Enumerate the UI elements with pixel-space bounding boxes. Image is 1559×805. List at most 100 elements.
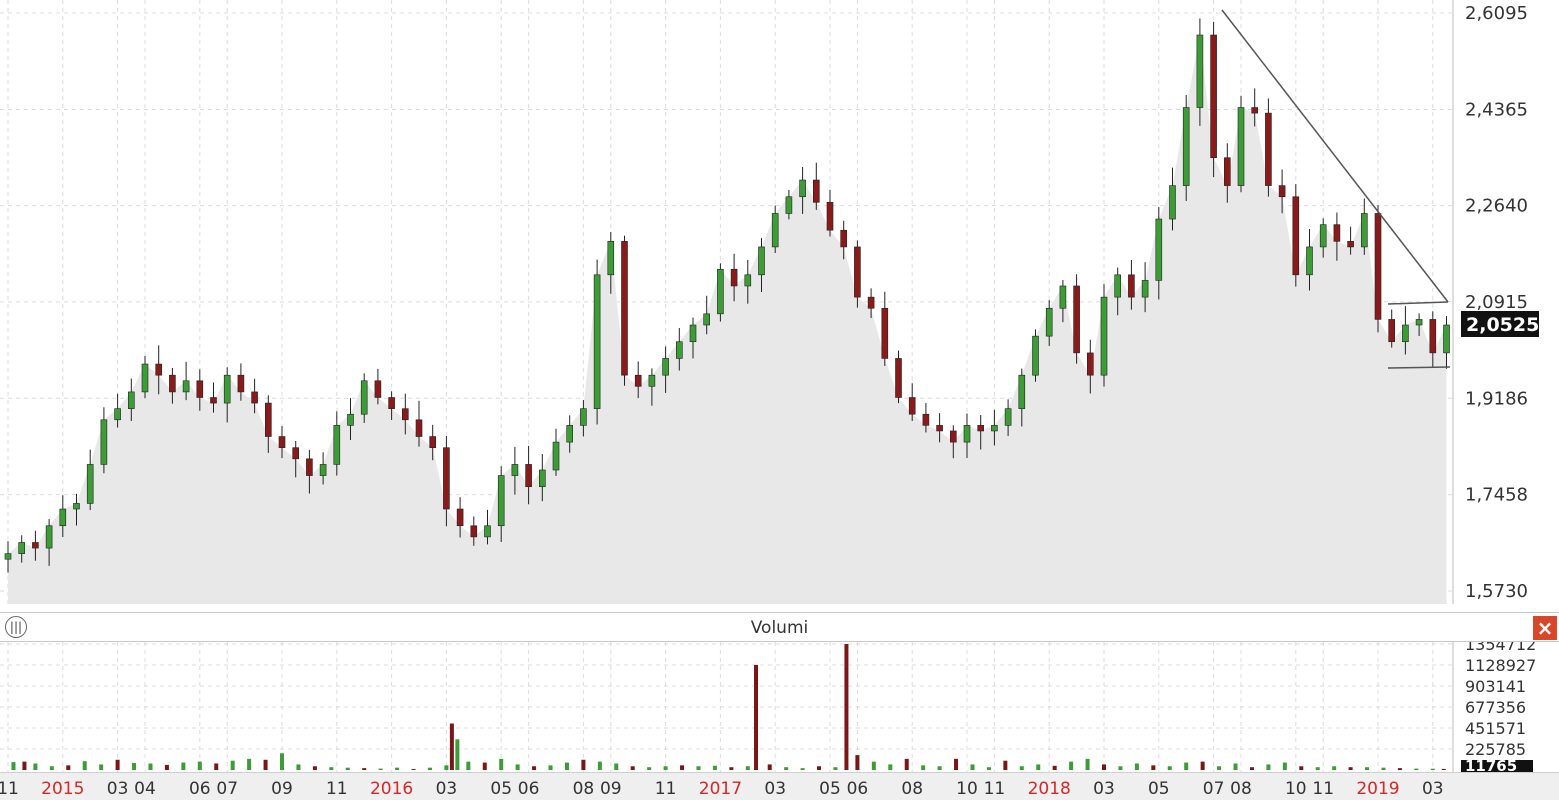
candle-down xyxy=(812,179,820,203)
time-label-month: 08 xyxy=(573,779,595,799)
volume-bar xyxy=(444,765,449,770)
volume-tick-label: 451571 xyxy=(1465,719,1526,738)
volume-bar xyxy=(181,762,186,770)
time-label-month: 06 xyxy=(189,779,211,799)
candle-down xyxy=(470,525,478,538)
volume-bar xyxy=(937,766,942,770)
candle-down xyxy=(1388,319,1395,343)
candle-down xyxy=(1265,112,1272,186)
time-label-month: 06 xyxy=(518,779,540,799)
candle-down xyxy=(977,425,985,432)
volume-panel-header: ||| Volumi × xyxy=(0,612,1559,642)
volume-bar xyxy=(1430,768,1435,770)
time-label-month: 09 xyxy=(271,779,293,799)
volume-tick-label: 677356 xyxy=(1465,698,1526,717)
candle-up xyxy=(4,553,12,560)
candle-down xyxy=(1087,352,1094,376)
volume-bar xyxy=(1381,767,1386,770)
last-price-label: 2,0525 xyxy=(1466,314,1539,336)
candle-up xyxy=(1402,324,1409,343)
time-label-month: 03 xyxy=(764,779,786,799)
candle-down xyxy=(1292,196,1300,276)
candle-up xyxy=(538,469,546,488)
volume-bar xyxy=(345,767,350,770)
candle-up xyxy=(86,464,94,504)
candle-down xyxy=(210,397,217,404)
volume-axis: 13547121128927903141677356451571225785 xyxy=(1465,642,1536,759)
price-chart[interactable]: 2,6095 2,4365 2,2640 2,0915 1,9186 1,7458 1,57… xyxy=(0,0,1559,604)
candle-up xyxy=(100,419,108,465)
candle-up xyxy=(1100,296,1108,376)
price-axis: 2,6095 2,4365 2,2640 2,0915 1,9186 1,7458 1,57… xyxy=(1465,3,1528,602)
volume-bar xyxy=(427,767,432,770)
volume-bar xyxy=(280,753,284,770)
time-label-month: 11 xyxy=(326,779,348,799)
volume-bar xyxy=(1052,765,1057,770)
candle-down xyxy=(401,408,409,421)
candle-down xyxy=(854,246,861,298)
volume-bar xyxy=(729,767,734,770)
candle-down xyxy=(525,464,532,488)
candle-down xyxy=(1210,34,1217,159)
candle-up xyxy=(511,464,519,476)
volume-bar xyxy=(329,767,334,770)
volume-bar xyxy=(548,765,553,770)
time-label-month: 07 xyxy=(216,779,238,799)
volume-bar xyxy=(1151,765,1156,770)
candle-up xyxy=(785,196,793,214)
last-volume-label: 11765 xyxy=(1465,757,1517,772)
volume-bar xyxy=(647,767,652,770)
volume-bar xyxy=(630,766,635,770)
volume-bar xyxy=(22,761,27,770)
candle-up xyxy=(744,274,752,287)
price-tick-label: 1,7458 xyxy=(1465,485,1528,506)
candle-down xyxy=(1073,285,1080,354)
volume-bar xyxy=(296,764,301,770)
candle-down xyxy=(443,447,450,510)
volume-bar xyxy=(1249,767,1254,770)
close-panel-icon[interactable]: × xyxy=(1533,616,1557,640)
volume-bar xyxy=(1332,766,1337,770)
volume-bar xyxy=(564,762,569,770)
volume-bar xyxy=(1118,766,1123,770)
volume-chart[interactable]: 13547121128927903141677356451571225785 1… xyxy=(0,642,1559,772)
candle-up xyxy=(963,425,971,443)
volume-bar xyxy=(1085,758,1090,770)
volume-tick-label: 1128927 xyxy=(1465,656,1536,675)
time-label-year: 2016 xyxy=(370,779,413,799)
volume-bar xyxy=(164,764,169,770)
volume-bar xyxy=(214,763,219,770)
candle-down xyxy=(922,413,930,426)
volume-bar xyxy=(1299,766,1304,770)
candle-up xyxy=(497,475,505,527)
candle-down xyxy=(1429,319,1437,354)
candle-up xyxy=(552,441,560,471)
candle-up xyxy=(1306,246,1313,276)
candle-up xyxy=(717,268,724,315)
candle-up xyxy=(758,246,765,276)
volume-bar xyxy=(132,763,137,770)
volume-bar xyxy=(1282,762,1287,770)
candle-up xyxy=(689,324,697,343)
time-label-month: 09 xyxy=(600,779,622,799)
candle-down xyxy=(621,241,628,376)
candle-up xyxy=(1155,218,1163,281)
candle-down xyxy=(867,296,875,309)
candle-up xyxy=(703,313,711,326)
volume-bar xyxy=(855,755,860,770)
time-label-year: 2017 xyxy=(699,779,742,799)
candle-down xyxy=(1278,185,1286,198)
volume-bar xyxy=(844,644,849,770)
time-label-month: 08 xyxy=(901,779,923,799)
volume-bar xyxy=(82,761,87,770)
volume-bar xyxy=(378,768,383,770)
candle-up xyxy=(607,241,615,276)
candle-down xyxy=(908,397,916,415)
volume-bar xyxy=(888,764,893,770)
volume-bar xyxy=(784,767,789,770)
candle-down xyxy=(264,402,272,437)
candle-down xyxy=(415,419,423,437)
candle-down xyxy=(155,363,162,376)
candle-up xyxy=(675,341,683,359)
volume-bar xyxy=(954,758,959,770)
